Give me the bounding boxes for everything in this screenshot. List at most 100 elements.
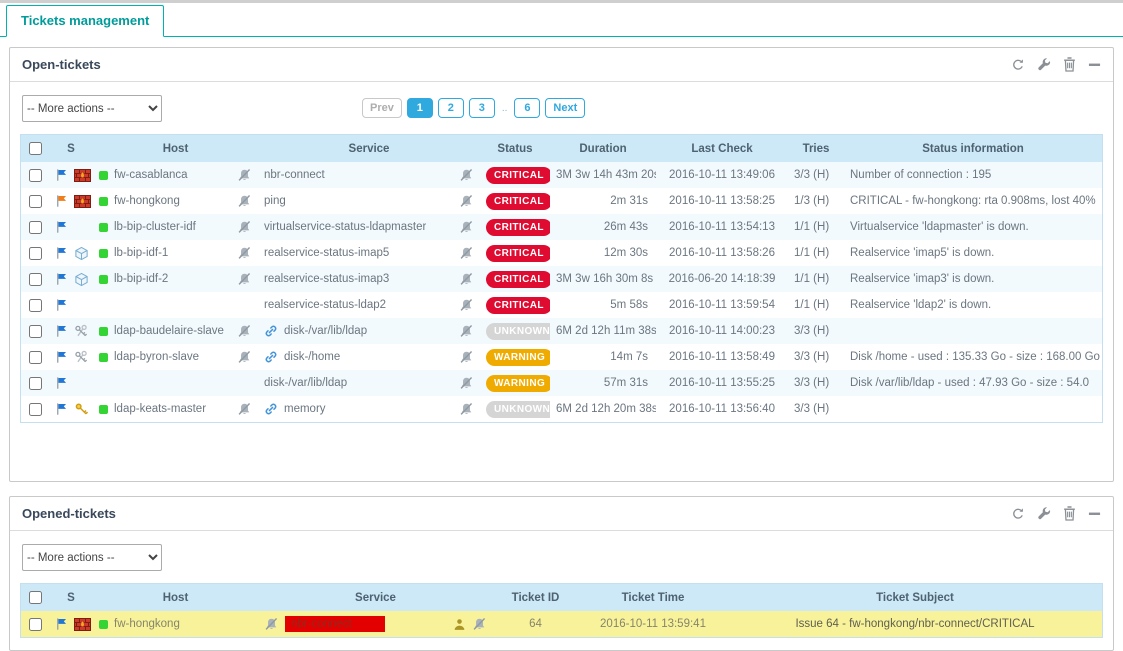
service-name[interactable]: realservice-status-imap3 (264, 273, 389, 285)
service-mute-bell-icon (459, 220, 474, 235)
row-checkbox[interactable] (29, 273, 42, 286)
open-tickets-panel-header: Open-tickets (10, 48, 1113, 82)
service-link-icon[interactable] (264, 402, 278, 416)
host-name[interactable]: fw-hongkong (114, 195, 180, 207)
page-button-2[interactable]: 2 (438, 98, 464, 118)
status-badge: WARNING (486, 375, 550, 392)
last-check-cell: 2016-10-11 13:56:40 (656, 396, 788, 422)
row-checkbox[interactable] (29, 403, 42, 416)
host-status-square (99, 353, 108, 362)
refresh-icon[interactable] (1011, 507, 1025, 521)
host-mute-bell-icon (237, 350, 252, 365)
host-name[interactable]: lb-bip-cluster-idf (114, 221, 196, 233)
opened-tickets-panel-header: Opened-tickets (10, 497, 1113, 531)
service-name[interactable]: ping (264, 195, 286, 207)
tries-cell: 3/3 (H) (788, 162, 844, 188)
select-all-checkbox[interactable] (29, 142, 42, 155)
service-name[interactable]: disk-/var/lib/ldap (264, 377, 347, 389)
tries-cell: 3/3 (H) (788, 370, 844, 396)
status-badge: CRITICAL (486, 219, 550, 236)
row-checkbox[interactable] (29, 325, 42, 338)
host-name[interactable]: fw-hongkong (114, 618, 180, 630)
priority-flag-icon[interactable] (55, 350, 68, 364)
priority-flag-icon[interactable] (55, 617, 68, 631)
service-link-icon[interactable] (264, 350, 278, 364)
more-actions-select[interactable]: -- More actions -- (22, 95, 162, 122)
host-name[interactable]: ldap-keats-master (114, 403, 206, 415)
panel-empty-space (10, 423, 1113, 481)
column-header-status: Status (480, 135, 550, 162)
select-all-checkbox[interactable] (29, 591, 42, 604)
page-button-1[interactable]: 1 (407, 98, 433, 118)
opened-tickets-toolbar: -- More actions -- (10, 531, 1113, 583)
table-header-row: S Host Service Status Duration Last Chec… (21, 135, 1102, 162)
service-link-icon[interactable] (264, 324, 278, 338)
refresh-icon[interactable] (1011, 58, 1025, 72)
row-checkbox[interactable] (29, 221, 42, 234)
row-checkbox[interactable] (29, 377, 42, 390)
trash-icon[interactable] (1063, 506, 1076, 521)
priority-flag-icon[interactable] (55, 272, 68, 286)
host-name[interactable]: ldap-baudelaire-slave (114, 325, 224, 337)
row-checkbox[interactable] (29, 195, 42, 208)
row-checkbox[interactable] (29, 169, 42, 182)
row-checkbox[interactable] (29, 351, 42, 364)
service-name[interactable]: realservice-status-imap5 (264, 247, 389, 259)
status-information-cell (844, 318, 1102, 344)
column-header-service: Service (258, 135, 480, 162)
table-header-row: S Host Service Ticket ID Ticket Time Tic… (21, 584, 1102, 611)
service-name[interactable]: disk-/var/lib/ldap (284, 325, 367, 337)
host-name[interactable]: ldap-byron-slave (114, 351, 199, 363)
page-button-6[interactable]: 6 (514, 98, 540, 118)
tries-cell: 1/3 (H) (788, 188, 844, 214)
last-check-cell: 2016-10-11 14:00:23 (656, 318, 788, 344)
service-mute-bell-icon (264, 617, 279, 632)
service-name[interactable]: realservice-status-ldap2 (264, 299, 386, 311)
status-badge: CRITICAL (486, 245, 550, 262)
last-check-cell: 2016-06-20 14:18:39 (656, 266, 788, 292)
wrench-icon[interactable] (1037, 58, 1051, 72)
collapse-icon[interactable] (1088, 507, 1101, 520)
service-name[interactable]: memory (284, 403, 326, 415)
priority-flag-icon[interactable] (55, 220, 68, 234)
wrench-icon[interactable] (1037, 507, 1051, 521)
priority-flag-icon[interactable] (55, 246, 68, 260)
service-name[interactable]: virtualservice-status-ldapmaster (264, 221, 426, 233)
host-name[interactable]: fw-casablanca (114, 169, 188, 181)
priority-flag-icon[interactable] (55, 402, 68, 416)
duration-cell: 12m 30s (550, 240, 656, 266)
more-actions-select[interactable]: -- More actions -- (22, 544, 162, 571)
status-badge: UNKNOWN (486, 323, 550, 340)
service-name[interactable]: disk-/home (284, 351, 340, 363)
priority-flag-icon[interactable] (55, 376, 68, 390)
priority-flag-icon[interactable] (55, 168, 68, 182)
gold-key-icon (74, 402, 89, 417)
column-header-s: S (49, 584, 93, 611)
row-checkbox[interactable] (29, 299, 42, 312)
next-page-button[interactable]: Next (545, 98, 585, 118)
tries-cell: 3/3 (H) (788, 318, 844, 344)
host-name[interactable]: lb-bip-idf-2 (114, 273, 168, 285)
status-badge: CRITICAL (486, 271, 550, 288)
page-button-3[interactable]: 3 (469, 98, 495, 118)
service-mute-bell-icon (459, 168, 474, 183)
row-checkbox[interactable] (29, 247, 42, 260)
duration-cell: 5m 58s (550, 292, 656, 318)
status-information-cell: Disk /var/lib/ldap - used : 47.93 Go - s… (844, 370, 1102, 396)
duration-cell: 14m 7s (550, 344, 656, 370)
service-name[interactable]: nbr-connect (264, 169, 325, 181)
duration-cell: 3M 3w 16h 30m 8s (550, 266, 656, 292)
status-badge: CRITICAL (486, 193, 550, 210)
priority-flag-icon[interactable] (55, 194, 68, 208)
prev-page-button[interactable]: Prev (362, 98, 402, 118)
tab-tickets-management[interactable]: Tickets management (6, 5, 164, 37)
row-checkbox[interactable] (29, 618, 42, 631)
collapse-icon[interactable] (1088, 58, 1101, 71)
priority-flag-icon[interactable] (55, 324, 68, 338)
trash-icon[interactable] (1063, 57, 1076, 72)
service-name[interactable]: nbr-connect (285, 616, 385, 632)
load-balancer-cube-icon (74, 246, 89, 261)
priority-flag-icon[interactable] (55, 298, 68, 312)
opened-tickets-table: S Host Service Ticket ID Ticket Time Tic… (20, 583, 1103, 638)
host-name[interactable]: lb-bip-idf-1 (114, 247, 168, 259)
